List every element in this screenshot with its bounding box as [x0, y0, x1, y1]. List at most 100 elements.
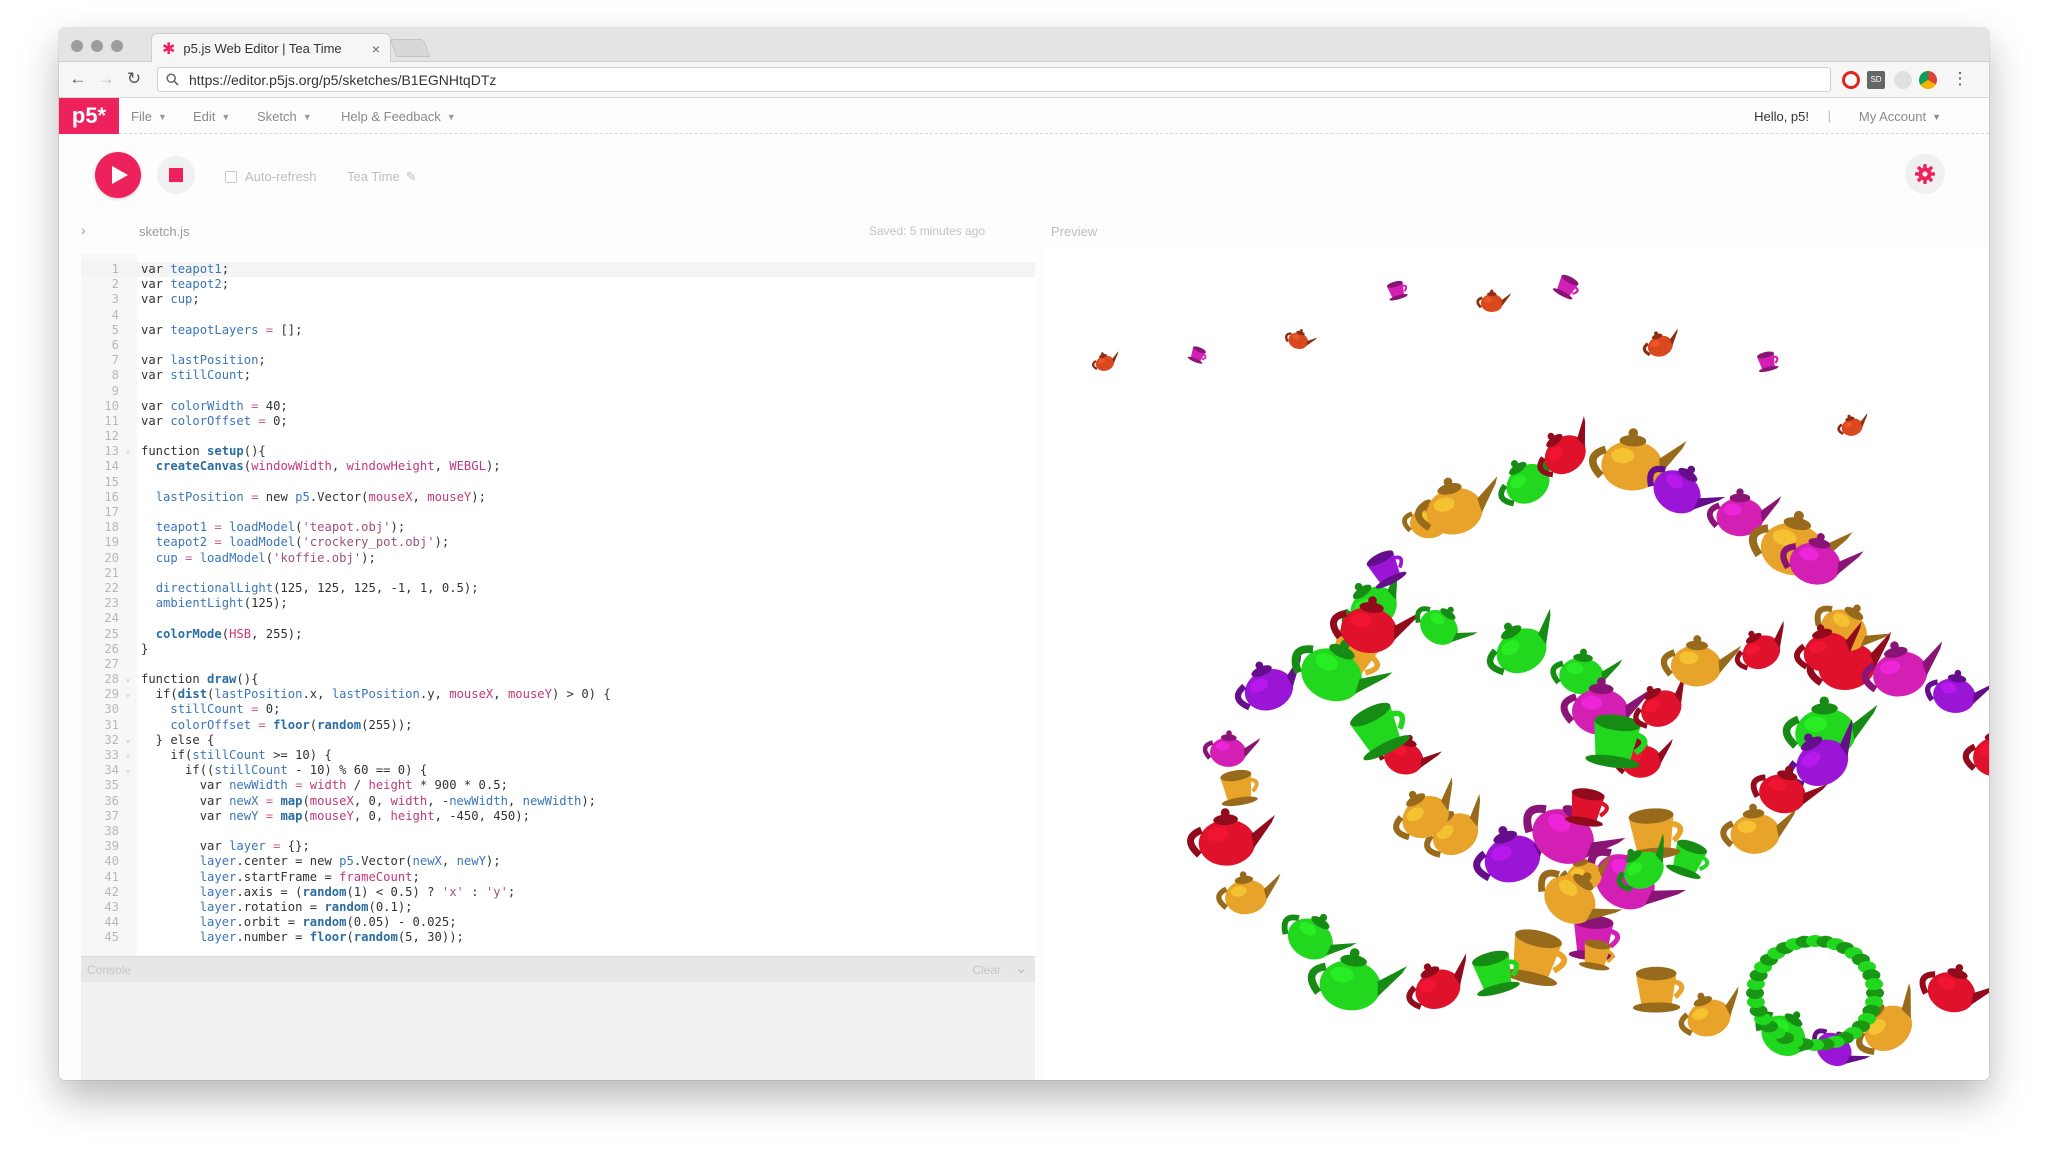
- stop-button[interactable]: [157, 156, 195, 194]
- chrome-icon[interactable]: [1919, 71, 1937, 89]
- settings-button[interactable]: [1905, 154, 1945, 194]
- play-button[interactable]: [95, 152, 141, 198]
- fold-icon[interactable]: ⌄: [119, 687, 137, 702]
- fold-icon[interactable]: ⌄: [119, 763, 137, 778]
- fold-icon[interactable]: ⌄: [119, 444, 137, 459]
- code-token: );: [471, 489, 486, 504]
- code-text: layer.number = floor(random(5, 30));: [137, 930, 464, 945]
- code-token: map: [280, 808, 303, 823]
- menu-edit[interactable]: Edit ▼: [193, 109, 230, 124]
- code-token: );: [434, 535, 450, 550]
- teapot-shape: [1837, 413, 1868, 436]
- code-token: createCanvas: [155, 459, 244, 474]
- line-number: 16: [104, 489, 119, 504]
- line-number: 2: [111, 277, 119, 292]
- browser-tab[interactable]: ✱ p5.js Web Editor | Tea Time ×: [151, 33, 391, 63]
- pencil-icon[interactable]: ✎: [406, 169, 417, 185]
- teapot-shape: [1502, 929, 1568, 987]
- expand-sidebar-icon[interactable]: ›: [81, 222, 86, 238]
- address-bar[interactable]: https://editor.p5js.org/p5/sketches/B1EG…: [157, 67, 1831, 92]
- code-line: 11 var colorOffset = 0;: [81, 414, 1035, 429]
- back-icon[interactable]: ←: [67, 68, 89, 90]
- user-greeting: Hello, p5!: [1754, 109, 1809, 124]
- p5-editor: p5* File ▼ Edit ▼ Sketch ▼ Help & Feedba…: [59, 98, 1989, 1080]
- forward-icon[interactable]: →: [95, 68, 117, 90]
- code-token: draw: [207, 672, 237, 687]
- code-token: teapot1: [155, 520, 208, 535]
- fold-icon: [119, 642, 137, 657]
- line-number: 29: [104, 687, 119, 702]
- line-number: 28: [104, 672, 119, 687]
- my-account-menu[interactable]: My Account ▼: [1859, 109, 1941, 124]
- code-line: 2 var teapot2;: [81, 277, 1035, 292]
- code-token: var: [141, 398, 171, 413]
- fold-icon[interactable]: ⌄: [119, 748, 137, 763]
- code-token: newWidth: [229, 778, 288, 793]
- auto-refresh-toggle[interactable]: Auto-refresh: [225, 169, 317, 184]
- code-token: 40;: [265, 398, 288, 413]
- tab-close-icon[interactable]: ×: [372, 41, 380, 57]
- menu-label: File: [131, 109, 152, 124]
- account-label: My Account: [1858, 109, 1927, 124]
- code-token: );: [581, 793, 596, 808]
- code-line: 9: [81, 384, 1035, 399]
- maximize-window-icon[interactable]: [111, 40, 123, 52]
- teapot-shape: [1486, 608, 1551, 676]
- fold-icon: [119, 915, 137, 930]
- minimize-window-icon[interactable]: [91, 40, 103, 52]
- fold-icon: [119, 657, 137, 672]
- fold-icon[interactable]: ⌄: [119, 672, 137, 687]
- reload-icon[interactable]: ↻: [123, 68, 145, 90]
- menu-help-feedback[interactable]: Help & Feedback ▼: [341, 109, 456, 124]
- browser-menu-icon[interactable]: ⋮: [1949, 68, 1971, 90]
- code-token: .startFrame =: [236, 869, 340, 884]
- code-token: newX: [229, 793, 259, 808]
- line-number: 10: [104, 398, 119, 413]
- browser-toolbar: ← → ↻ https://editor.p5js.org/p5/sketche…: [59, 62, 1989, 98]
- project-name[interactable]: Tea Time ✎: [347, 169, 417, 185]
- fold-icon[interactable]: ⌄: [119, 733, 137, 748]
- teapot-shape: [1476, 289, 1512, 313]
- opera-icon[interactable]: [1842, 71, 1860, 89]
- console-header[interactable]: Console Clear ⌄: [81, 956, 1035, 982]
- close-window-icon[interactable]: [71, 40, 83, 52]
- line-number: 21: [104, 565, 119, 580]
- console-clear-button[interactable]: Clear: [972, 963, 1001, 977]
- fold-icon: [119, 505, 137, 520]
- line-number: 18: [104, 520, 119, 535]
- code-token: =: [258, 808, 281, 823]
- code-line: 22 directionalLight(125, 125, 125, -1, 1…: [81, 581, 1035, 596]
- line-number: 43: [104, 899, 119, 914]
- line-number: 1: [111, 262, 119, 276]
- line-number: 5: [111, 322, 119, 337]
- code-token: ;: [221, 262, 230, 276]
- code-editor[interactable]: 1 var teapot1; 2 var teapot2; 3 var cup; 4 5 var…: [81, 254, 1035, 956]
- code-line: 10 var colorWidth = 40;: [81, 399, 1035, 414]
- code-token: );: [390, 520, 406, 535]
- code-token: WEBGL: [449, 459, 486, 474]
- new-tab-button[interactable]: [389, 39, 431, 57]
- code-text: function setup(){: [137, 444, 266, 459]
- code-token: .x,: [302, 687, 332, 702]
- menu-file[interactable]: File ▼: [131, 109, 167, 124]
- menu-sketch[interactable]: Sketch ▼: [257, 109, 312, 124]
- console-collapse-icon[interactable]: ⌄: [1015, 960, 1027, 977]
- code-text: }: [137, 642, 148, 657]
- line-number: 42: [104, 884, 119, 899]
- code-line: 15: [81, 475, 1035, 490]
- sd-icon[interactable]: SD: [1867, 71, 1885, 89]
- menu-label: Help & Feedback: [341, 109, 441, 124]
- line-number: 34: [104, 763, 119, 778]
- fold-icon: [119, 399, 137, 414]
- code-token: =: [177, 550, 200, 565]
- sketch-preview[interactable]: [1045, 248, 1989, 1080]
- auto-refresh-checkbox[interactable]: [225, 170, 237, 183]
- code-line: 21: [81, 566, 1035, 581]
- p5-logo[interactable]: p5*: [59, 98, 119, 134]
- feather-icon[interactable]: [1894, 71, 1912, 89]
- nav-separator: |: [1827, 108, 1831, 123]
- fold-icon: [119, 581, 137, 596]
